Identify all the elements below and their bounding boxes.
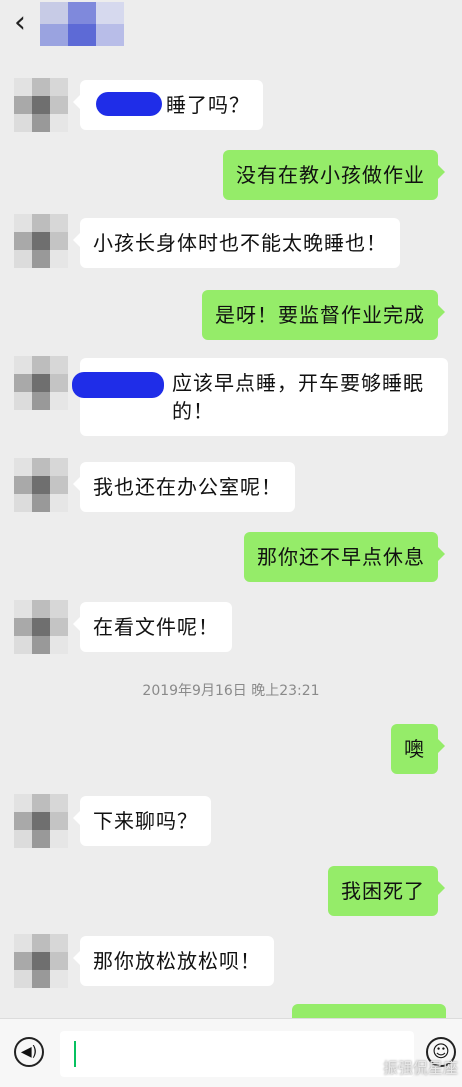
message-bubble-outgoing[interactable]: 那你还不早点休息 (244, 532, 445, 582)
message-text: 我困死了 (341, 879, 425, 903)
back-icon[interactable]: ‹ (14, 8, 26, 38)
message-text: 那你放松放松呗！ (93, 949, 261, 973)
message-bubble-incoming[interactable]: 应该早点睡，开车要够睡眠的！ (72, 358, 448, 436)
redacted-name (72, 372, 164, 398)
message-bubble-outgoing[interactable]: 噢 (391, 724, 445, 774)
avatar[interactable] (14, 794, 68, 848)
text-cursor (74, 1041, 76, 1067)
message-input[interactable] (60, 1031, 414, 1077)
avatar[interactable] (14, 78, 68, 132)
message-text: 在看文件呢！ (93, 615, 219, 639)
contact-avatar-pixelated (40, 2, 124, 46)
avatar[interactable] (14, 934, 68, 988)
message-text: 那你还不早点休息 (257, 545, 425, 569)
message-text: 睡了吗？ (166, 93, 250, 117)
message-bubble-outgoing-partial (292, 1004, 446, 1018)
message-text: 我也还在办公室呢！ (93, 475, 282, 499)
voice-icon[interactable]: ◀) (14, 1037, 44, 1067)
message-bubble-outgoing[interactable]: 没有在教小孩做作业 (223, 150, 445, 200)
message-text: 下来聊吗？ (93, 809, 198, 833)
avatar[interactable] (14, 600, 68, 654)
message-bubble-incoming[interactable]: 小孩长身体时也不能太晚睡也！ (73, 218, 400, 268)
avatar[interactable] (14, 214, 68, 268)
message-text: 没有在教小孩做作业 (236, 163, 425, 187)
avatar[interactable] (14, 356, 68, 410)
message-bubble-outgoing[interactable]: 是呀！要监督作业完成 (202, 290, 445, 340)
message-bubble-incoming[interactable]: 那你放松放松呗！ (73, 936, 274, 986)
message-bubble-incoming[interactable]: 我也还在办公室呢！ (73, 462, 295, 512)
redacted-name (96, 92, 162, 116)
chat-header: ‹ (0, 0, 462, 52)
message-bubble-outgoing[interactable]: 我困死了 (328, 866, 445, 916)
message-bubble-incoming[interactable]: 在看文件呢！ (73, 602, 232, 652)
message-text: 噢 (404, 737, 425, 761)
avatar[interactable] (14, 458, 68, 512)
message-bubble-incoming[interactable]: 下来聊吗？ (73, 796, 211, 846)
watermark: 振强侃星座 (382, 1059, 458, 1077)
message-bubble-incoming[interactable]: 睡了吗？ (73, 80, 263, 130)
message-text: 应该早点睡，开车要够睡眠的！ (172, 371, 424, 423)
message-text: 小孩长身体时也不能太晚睡也！ (93, 231, 387, 255)
message-timestamp: 2019年9月16日 晚上23:21 (142, 683, 320, 699)
message-text: 是呀！要监督作业完成 (215, 303, 425, 327)
